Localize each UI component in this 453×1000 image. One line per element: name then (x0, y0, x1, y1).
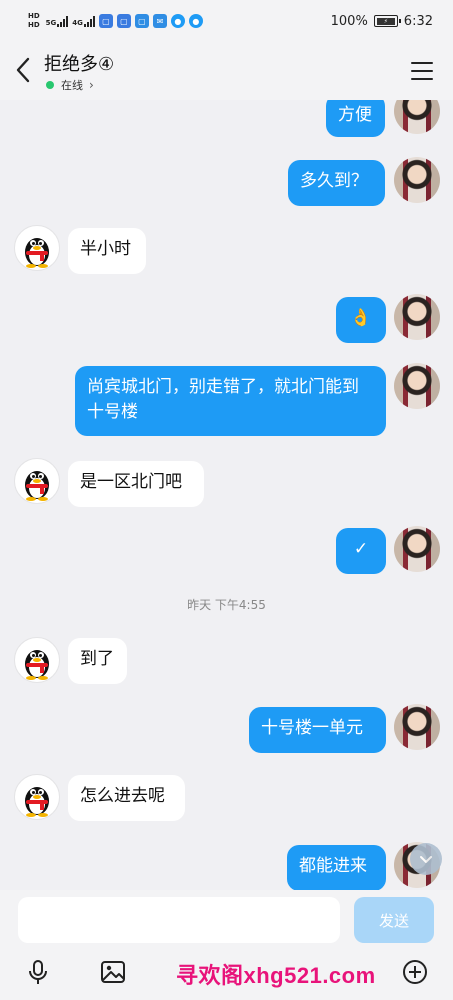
signal-5g-label: 5G (45, 18, 57, 27)
menu-button[interactable] (411, 62, 433, 80)
my-avatar[interactable] (394, 294, 440, 340)
back-button[interactable] (12, 56, 36, 86)
hd-bottom-label: HD (28, 21, 40, 29)
message-bubble-mine[interactable]: 方便 (326, 100, 385, 137)
battery-icon: ⚡ (373, 15, 401, 27)
status-bar: HD HD 5G 4G ▢ ▢ ▢ ✉ ● ● 100% ⚡ 6:32 (0, 0, 453, 42)
message-bubble-mine[interactable]: 尚宾城北门，别走错了，就北门能到十号楼 (75, 366, 386, 436)
status-right: 100% ⚡ 6:32 (331, 14, 433, 29)
battery-percent: 100% (330, 13, 368, 29)
more-button[interactable] (401, 958, 429, 986)
contact-avatar[interactable] (14, 637, 60, 683)
menu-line (411, 78, 433, 80)
hd-indicator: HD HD (28, 12, 40, 30)
chat-notification-icon: ● (188, 14, 203, 28)
image-icon (101, 961, 125, 983)
my-avatar[interactable] (394, 526, 440, 572)
plus-circle-icon (403, 960, 427, 984)
message-bubble-theirs[interactable]: 怎么进去呢 (68, 775, 185, 821)
my-avatar[interactable] (394, 100, 440, 134)
app-notification-icon: ▢ (134, 14, 149, 28)
my-avatar[interactable] (394, 363, 440, 409)
message-timestamp: 昨天 下午4:55 (187, 598, 266, 612)
signal-bars-icon (57, 15, 69, 27)
online-status[interactable]: 在线 › (46, 77, 94, 93)
message-bubble-theirs[interactable]: 到了 (68, 638, 127, 684)
message-list[interactable]: 方便 多久到？ 半小时 👌 尚宾城北门，别走错了，就北门能到十号楼 是一区北门吧… (0, 100, 453, 890)
signal-bars-icon (83, 15, 95, 27)
chat-header: 拒绝多④ 在线 › (0, 42, 453, 100)
status-left: HD HD 5G 4G ▢ ▢ ▢ ✉ ● ● (28, 12, 203, 30)
message-bubble-mine[interactable]: 👌 (336, 297, 386, 343)
online-dot-icon (46, 81, 54, 89)
scroll-to-bottom-button[interactable] (410, 843, 442, 875)
menu-line (411, 62, 433, 64)
my-avatar[interactable] (394, 704, 440, 750)
message-bubble-mine[interactable]: 十号楼一单元 (249, 707, 386, 753)
signal-4g: 4G (72, 15, 95, 27)
hd-top-label: HD (28, 12, 40, 20)
penguin-avatar-icon (25, 650, 49, 680)
watermark: 寻欢阁xhg521.com (176, 963, 376, 988)
send-button[interactable]: 发送 (354, 897, 434, 943)
app-notification-icon: ▢ (116, 14, 131, 28)
penguin-avatar-icon (25, 787, 49, 817)
chat-notification-icon: ● (170, 14, 185, 28)
chat-title[interactable]: 拒绝多④ (44, 50, 114, 76)
message-input[interactable] (18, 897, 340, 943)
message-bubble-mine[interactable]: 都能进来 (287, 845, 386, 890)
penguin-avatar-icon (25, 238, 49, 268)
message-bubble-theirs[interactable]: 是一区北门吧 (68, 461, 204, 507)
app-notification-icon: ▢ (98, 14, 113, 28)
contact-avatar[interactable] (14, 774, 60, 820)
penguin-avatar-icon (25, 471, 49, 501)
menu-line (411, 70, 433, 72)
online-status-label: 在线 (61, 79, 83, 92)
microphone-icon (29, 960, 47, 984)
message-bubble-mine[interactable]: ✓ (336, 528, 386, 574)
message-bubble-mine[interactable]: 多久到？ (288, 160, 385, 206)
clock: 6:32 (403, 13, 433, 29)
chevron-left-icon (16, 57, 30, 83)
chevron-down-icon (420, 856, 432, 863)
signal-5g: 5G (45, 15, 69, 27)
contact-avatar[interactable] (14, 225, 60, 271)
voice-button[interactable] (24, 958, 52, 986)
image-button[interactable] (99, 958, 127, 986)
chevron-right-icon: › (89, 78, 94, 92)
mail-notification-icon: ✉ (152, 14, 167, 28)
contact-avatar[interactable] (14, 458, 60, 504)
signal-4g-label: 4G (72, 18, 83, 27)
message-bubble-theirs[interactable]: 半小时 (68, 228, 146, 274)
my-avatar[interactable] (394, 157, 440, 203)
